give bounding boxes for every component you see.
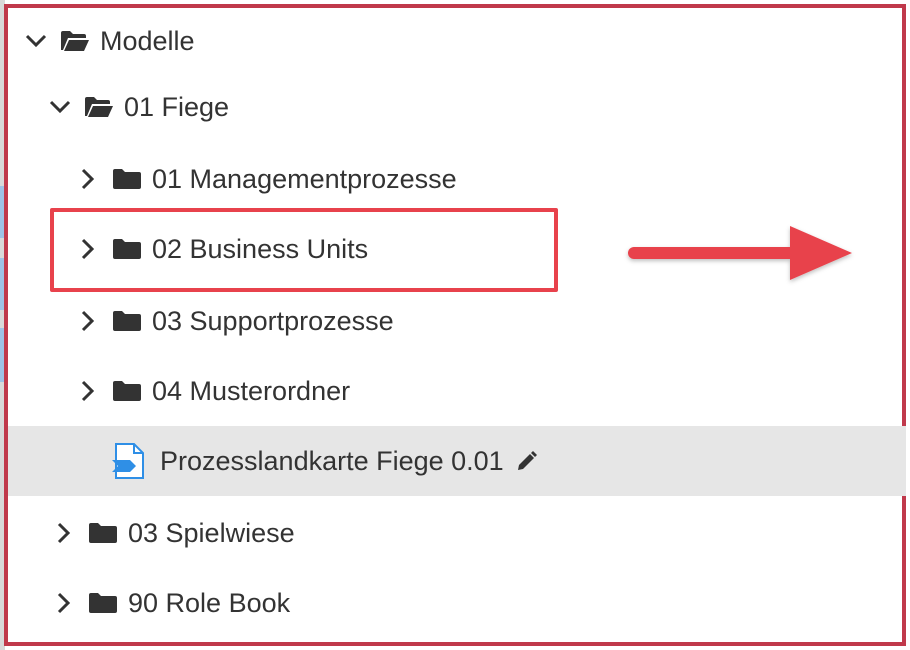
- chevron-right-icon[interactable]: [76, 167, 100, 191]
- highlight-box: [50, 208, 558, 292]
- process-map-icon: [112, 442, 146, 480]
- tree-item-01-managementprozesse[interactable]: 01 Managementprozesse: [8, 146, 906, 212]
- tree-item-label: 01 Managementprozesse: [152, 163, 457, 194]
- tree-item-label: Prozesslandkarte Fiege 0.01: [160, 445, 504, 476]
- chevron-right-icon[interactable]: [52, 591, 76, 615]
- tree-item-90-role-book[interactable]: 90 Role Book: [8, 570, 906, 636]
- tree-item-label: Modelle: [100, 25, 195, 56]
- folder-icon: [112, 379, 142, 403]
- folder-icon: [88, 521, 118, 545]
- tree-item-prozesslandkarte[interactable]: Prozesslandkarte Fiege 0.01: [8, 426, 906, 496]
- chevron-right-icon[interactable]: [52, 521, 76, 545]
- tree-item-04-musterordner[interactable]: 04 Musterordner: [8, 358, 906, 424]
- tree-item-modelle[interactable]: Modelle: [8, 8, 906, 74]
- chevron-right-icon[interactable]: [76, 309, 100, 333]
- folder-icon: [112, 309, 142, 333]
- folder-open-icon: [84, 95, 114, 119]
- tree-item-03-supportprozesse[interactable]: 03 Supportprozesse: [8, 288, 906, 354]
- chevron-down-icon[interactable]: [24, 29, 48, 53]
- folder-icon: [88, 591, 118, 615]
- arrow-right-icon: [622, 220, 858, 286]
- folder-tree: Modelle 01 Fiege 01 Managementprozesse 0…: [8, 8, 906, 642]
- tree-item-label: 01 Fiege: [124, 91, 230, 122]
- tree-item-label: 04 Musterordner: [152, 375, 351, 406]
- tree-item-label: 03 Supportprozesse: [152, 305, 394, 336]
- chevron-right-icon[interactable]: [76, 379, 100, 403]
- folder-icon: [112, 167, 142, 191]
- tree-item-label: 90 Role Book: [128, 587, 291, 618]
- folder-open-icon: [60, 29, 90, 53]
- tree-item-03-spielwiese[interactable]: 03 Spielwiese: [8, 500, 906, 566]
- tree-item-label: 03 Spielwiese: [128, 517, 295, 548]
- chevron-down-icon[interactable]: [48, 95, 72, 119]
- pencil-icon[interactable]: [516, 449, 540, 473]
- tree-item-01-fiege[interactable]: 01 Fiege: [8, 74, 906, 140]
